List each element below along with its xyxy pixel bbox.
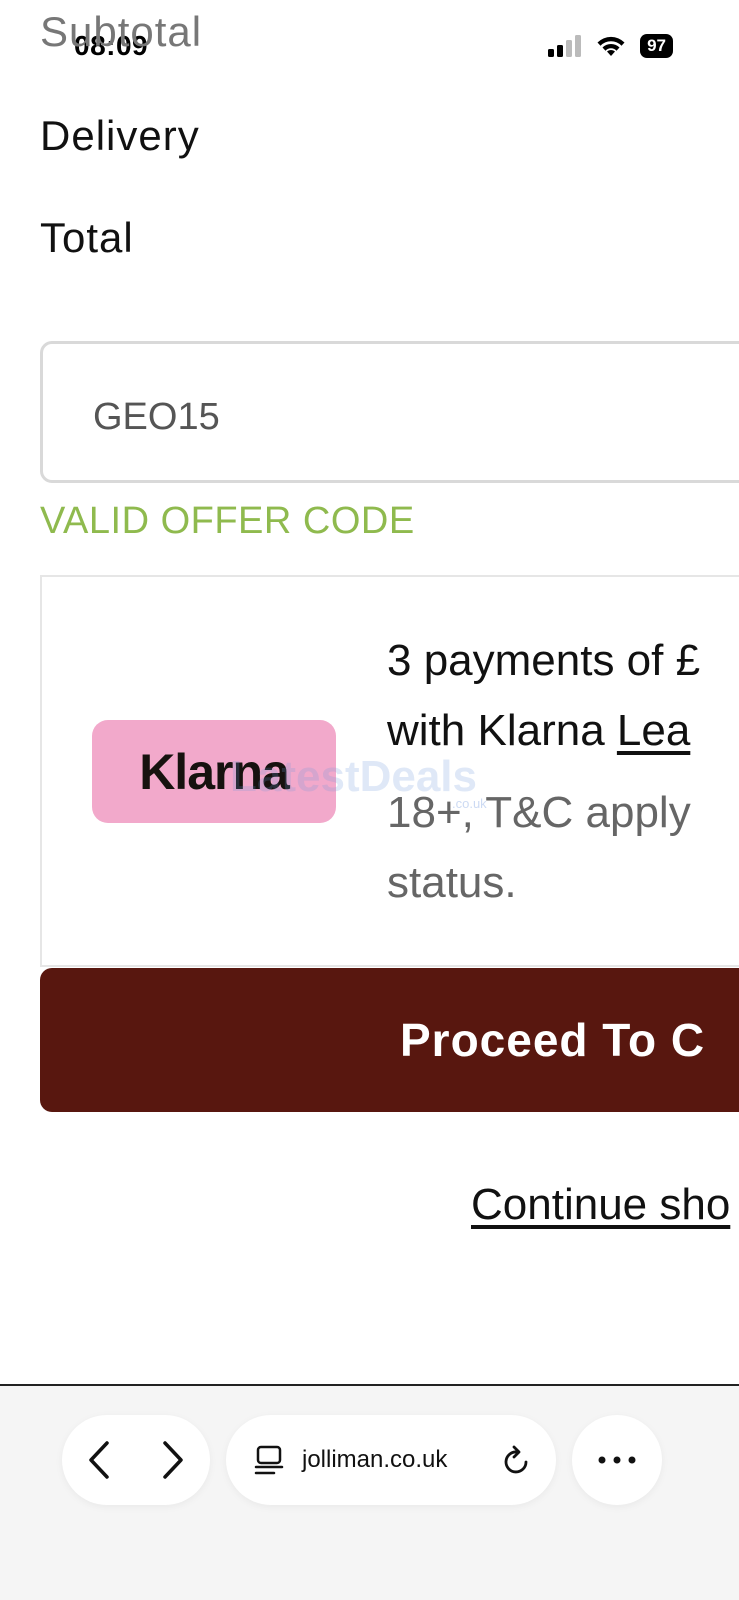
reload-button[interactable] — [502, 1444, 532, 1476]
more-dots-icon — [598, 1456, 636, 1464]
status-icons: 97 — [548, 34, 673, 58]
browser-nav-pill — [62, 1415, 210, 1505]
proceed-to-checkout-button[interactable]: Proceed To C — [40, 968, 739, 1112]
forward-button[interactable] — [161, 1441, 185, 1479]
cellular-signal-icon — [548, 35, 582, 57]
klarna-status-text: status. — [387, 858, 517, 907]
total-label: Total — [40, 214, 134, 261]
offer-code-value: GEO15 — [93, 396, 220, 438]
proceed-button-label: Proceed To C — [400, 1014, 706, 1066]
wifi-icon — [597, 36, 625, 56]
more-options-button[interactable] — [572, 1415, 662, 1505]
valid-offer-message: VALID OFFER CODE — [40, 500, 415, 542]
subtotal-label: Subtotal — [40, 8, 203, 55]
delivery-label: Delivery — [40, 112, 200, 159]
address-bar[interactable]: jolliman.co.uk — [226, 1415, 556, 1505]
latestdeals-watermark: LatestDeals — [230, 752, 478, 801]
latestdeals-watermark-domain: .co.uk — [452, 796, 487, 811]
battery-indicator: 97 — [640, 34, 673, 58]
klarna-payments-text: 3 payments of £ — [387, 636, 701, 685]
reload-icon — [504, 1445, 528, 1474]
url-text: jolliman.co.uk — [302, 1446, 448, 1473]
reader-view-icon — [254, 1445, 284, 1475]
chevron-left-icon — [89, 1441, 109, 1479]
klarna-learn-more-link[interactable]: Lea — [617, 706, 690, 755]
klarna-with-prefix: with Klarna — [387, 706, 617, 755]
chevron-right-icon — [163, 1441, 183, 1479]
continue-shopping-link[interactable]: Continue sho — [471, 1180, 730, 1230]
klarna-with-text: with Klarna Lea — [387, 706, 690, 756]
back-button[interactable] — [87, 1441, 111, 1479]
